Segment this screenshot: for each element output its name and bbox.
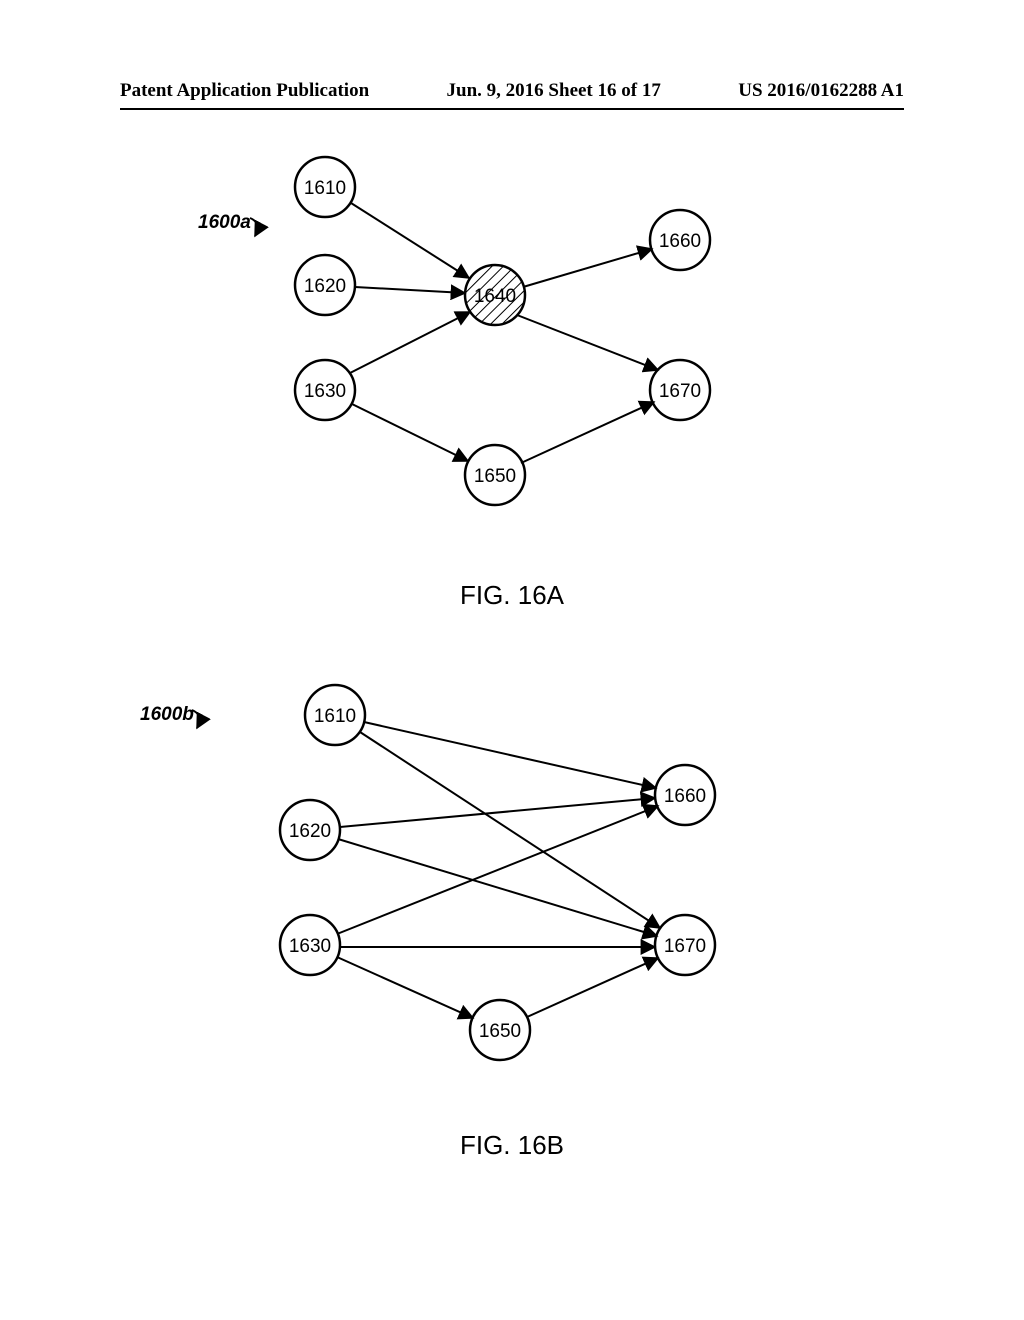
node-1620-label: 1620 xyxy=(289,821,331,842)
edge-1620-1670 xyxy=(338,839,657,936)
node-1670-label: 1670 xyxy=(664,936,706,957)
edge-1620-1640 xyxy=(355,287,465,293)
node-1630-label: 1630 xyxy=(304,381,346,402)
header-rule xyxy=(120,108,904,110)
node-1660-label: 1660 xyxy=(664,786,706,807)
edge-1630-1650 xyxy=(352,404,468,461)
edge-1610-1660 xyxy=(364,722,656,788)
page-header: Patent Application Publication Jun. 9, 2… xyxy=(0,80,1024,102)
node-1620-label: 1620 xyxy=(304,276,346,297)
edge-1630-1650 xyxy=(337,957,473,1018)
figure-16b-ref: 1600b xyxy=(140,704,194,725)
figure-16a-caption: FIG. 16A xyxy=(0,580,1024,611)
node-1610-label: 1610 xyxy=(304,178,346,199)
node-1650-label: 1650 xyxy=(479,1021,521,1042)
edge-1610-1640 xyxy=(351,203,469,278)
node-1630-label: 1630 xyxy=(289,936,331,957)
edge-1650-1670 xyxy=(521,402,654,463)
figure-16b: 1600b 1610 1620 1630 1650 1660 1670 xyxy=(130,670,790,1090)
figure-16a-ref: 1600a xyxy=(198,212,251,233)
edge-1630-1640 xyxy=(350,312,470,373)
node-1670-label: 1670 xyxy=(659,381,701,402)
node-1640-label: 1640 xyxy=(474,286,516,307)
node-1650-label: 1650 xyxy=(474,466,516,487)
node-1610-label: 1610 xyxy=(314,706,356,727)
header-left: Patent Application Publication xyxy=(120,80,369,102)
ref-hook-arrow xyxy=(250,218,258,236)
edge-1640-1670 xyxy=(517,315,658,370)
edge-1630-1660 xyxy=(337,806,658,934)
edge-1610-1670 xyxy=(360,732,660,928)
figure-16b-caption: FIG. 16B xyxy=(0,1130,1024,1161)
node-1660-label: 1660 xyxy=(659,231,701,252)
edge-1640-1660 xyxy=(523,249,652,287)
header-center: Jun. 9, 2016 Sheet 16 of 17 xyxy=(447,80,661,102)
figure-16a: 1600a 1610 1620 1630 1640 1650 1660 1670 xyxy=(160,145,780,535)
edge-1650-1670 xyxy=(527,958,658,1017)
header-right: US 2016/0162288 A1 xyxy=(738,80,904,102)
